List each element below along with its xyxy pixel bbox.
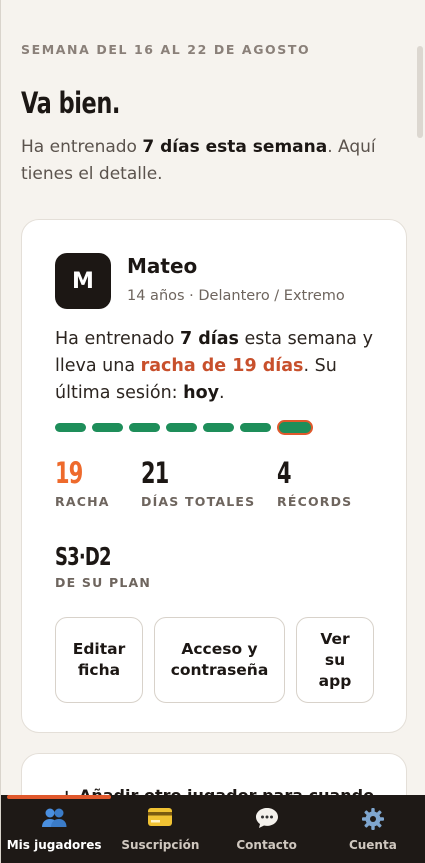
day-indicator — [240, 423, 271, 432]
tab-contact[interactable]: Contacto — [214, 795, 320, 863]
chat-bubble-icon — [255, 807, 279, 833]
stat-streak-value: 19 — [55, 456, 83, 490]
scrollbar[interactable] — [417, 46, 423, 138]
summary-streak: racha de 19 días — [140, 356, 304, 376]
summary-last-session: hoy — [183, 383, 220, 403]
player-name: Mateo — [127, 254, 198, 278]
tab-my-players[interactable]: Mis jugadores — [1, 795, 107, 863]
intro-text: Ha entrenado 7 días esta semana. Aquí ti… — [21, 134, 401, 188]
stat-plan-label: DE SU PLAN — [55, 575, 152, 590]
week-label: SEMANA DEL 16 AL 22 DE AGOSTO — [21, 42, 311, 57]
edit-profile-button-label: Editar ficha — [72, 640, 126, 679]
avatar: M — [55, 253, 111, 309]
player-meta: 14 años · Delantero / Extremo — [127, 288, 345, 304]
credit-card-icon — [147, 807, 173, 833]
day-indicator — [166, 423, 197, 432]
stat-total-days-label: DÍAS TOTALES — [141, 494, 256, 509]
tab-subscription-label: Suscripción — [121, 837, 200, 852]
users-icon — [41, 807, 67, 833]
gear-icon — [361, 807, 385, 833]
add-player-card[interactable]: + Añadir otro jugador para cuando — [21, 753, 407, 795]
player-card: M Mateo 14 años · Delantero / Extremo Ha… — [21, 219, 407, 733]
add-player-text: + Añadir otro jugador para cuando — [60, 786, 374, 795]
week-progress — [55, 420, 313, 435]
view-app-button[interactable]: Ver su app — [296, 617, 374, 703]
day-indicator — [203, 423, 234, 432]
summary-part: Ha entrenado — [55, 329, 180, 349]
day-indicator — [92, 423, 123, 432]
tab-subscription[interactable]: Suscripción — [107, 795, 213, 863]
view-app-button-label: Ver su app — [318, 629, 352, 690]
day-indicator — [55, 423, 86, 432]
access-password-button[interactable]: Acceso y contraseña — [154, 617, 285, 703]
stat-records-value: 4 — [277, 456, 292, 490]
stat-streak: 19 RACHA — [55, 456, 110, 509]
stat-plan: S3·D2 DE SU PLAN — [55, 542, 151, 590]
day-indicator — [129, 423, 160, 432]
tab-account[interactable]: Cuenta — [320, 795, 425, 863]
intro-text-pre: Ha entrenado — [21, 137, 143, 157]
stat-total-days-value: 21 — [141, 456, 169, 490]
summary-part: . — [219, 383, 225, 403]
summary-days: 7 días — [179, 329, 239, 349]
page-headline: Va bien. — [21, 86, 120, 120]
tab-contact-label: Contacto — [236, 837, 297, 852]
stat-records-label: RÉCORDS — [277, 494, 353, 509]
stat-total-days: 21 DÍAS TOTALES — [141, 456, 255, 509]
tab-account-label: Cuenta — [348, 837, 397, 852]
edit-profile-button[interactable]: Editar ficha — [55, 617, 143, 703]
main-scroll-area[interactable]: SEMANA DEL 16 AL 22 DE AGOSTO Va bien. H… — [1, 0, 425, 795]
stat-plan-value: S3·D2 — [55, 542, 112, 571]
tab-my-players-label: Mis jugadores — [6, 837, 102, 852]
player-summary: Ha entrenado 7 días esta semana y lleva … — [55, 326, 385, 407]
access-password-button-label: Acceso y contraseña — [170, 640, 269, 679]
stat-records: 4 RÉCORDS — [277, 456, 352, 509]
day-indicator-today — [277, 420, 313, 435]
stat-streak-label: RACHA — [55, 494, 110, 509]
bottom-tab-bar: Mis jugadores Suscripción Contacto Cuent… — [1, 795, 425, 863]
intro-text-bold: 7 días esta semana — [142, 137, 328, 157]
